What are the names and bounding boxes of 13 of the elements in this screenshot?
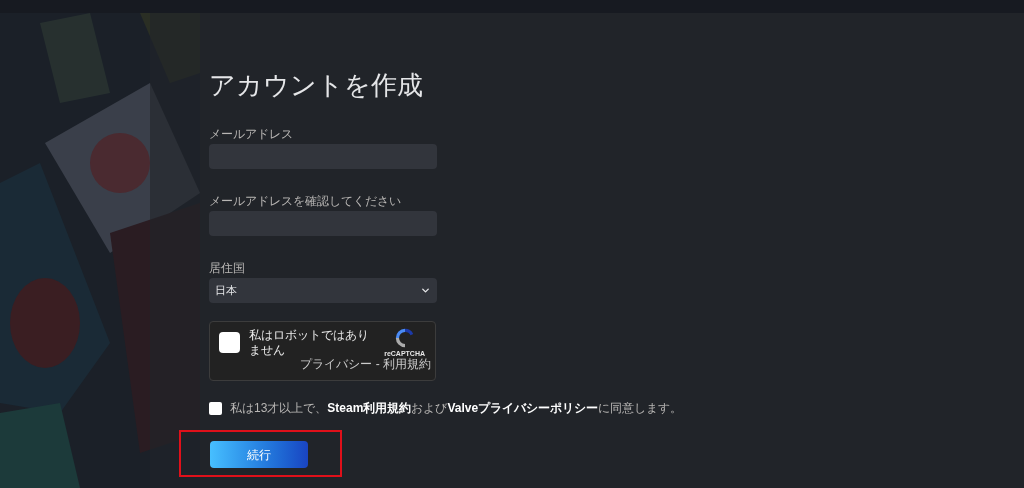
field-label: メールアドレス <box>209 126 294 142</box>
captcha-checkbox[interactable] <box>219 332 240 353</box>
captcha-label: 私はロボットではありません <box>249 327 370 358</box>
agreement-text: 私は13才以上で、Steam利用規約およびValveプライバシーポリシーに同意します。 <box>230 400 683 417</box>
country-select[interactable]: 日本 <box>209 278 437 303</box>
field-label: メールアドレスを確認してください <box>209 193 402 209</box>
field-label: 居住国 <box>209 260 246 276</box>
agreement-checkbox[interactable] <box>209 401 222 415</box>
captcha-links[interactable]: プライバシー - 利用規約 <box>300 358 431 371</box>
chevron-icon <box>420 285 431 296</box>
recaptcha-logo-icon <box>393 327 416 349</box>
page-title: アカウントを作成 <box>209 69 424 102</box>
continue-button[interactable]: 続行 <box>210 441 308 468</box>
